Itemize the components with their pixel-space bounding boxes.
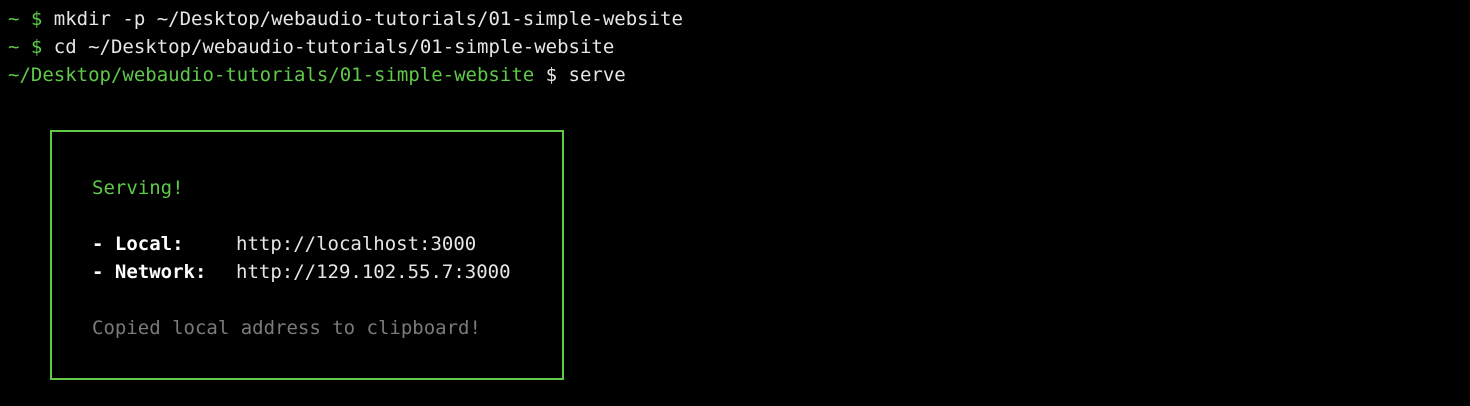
prompt-symbol: $ — [534, 64, 569, 86]
prompt-cwd: ~/Desktop/webaudio-tutorials/01-simple-w… — [8, 64, 535, 86]
network-address-row: - Network: http://129.102.55.7:3000 — [92, 258, 511, 286]
command-text: serve — [568, 64, 626, 86]
network-label: - Network: — [92, 261, 207, 283]
terminal-line-serve: ~/Desktop/webaudio-tutorials/01-simple-w… — [8, 61, 626, 89]
local-label: - Local: — [92, 233, 184, 255]
serve-output-box: Serving! - Local: http://localhost:3000 -… — [50, 130, 564, 380]
terminal-window[interactable]: ~ $ mkdir -p ~/Desktop/webaudio-tutorial… — [0, 0, 1470, 406]
terminal-line-cd: ~ $ cd ~/Desktop/webaudio-tutorials/01-s… — [8, 33, 614, 61]
local-url[interactable]: http://localhost:3000 — [236, 233, 476, 255]
serving-status: Serving! — [92, 177, 184, 199]
clipboard-note: Copied local address to clipboard! — [92, 317, 481, 339]
network-url[interactable]: http://129.102.55.7:3000 — [236, 261, 511, 283]
command-text: mkdir -p ~/Desktop/webaudio-tutorials/01… — [53, 8, 683, 30]
terminal-line-mkdir: ~ $ mkdir -p ~/Desktop/webaudio-tutorial… — [8, 5, 683, 33]
local-address-row: - Local: http://localhost:3000 — [92, 230, 476, 258]
prompt: ~ $ — [8, 36, 54, 58]
prompt: ~ $ — [8, 8, 54, 30]
command-text: cd ~/Desktop/webaudio-tutorials/01-simpl… — [53, 36, 615, 58]
